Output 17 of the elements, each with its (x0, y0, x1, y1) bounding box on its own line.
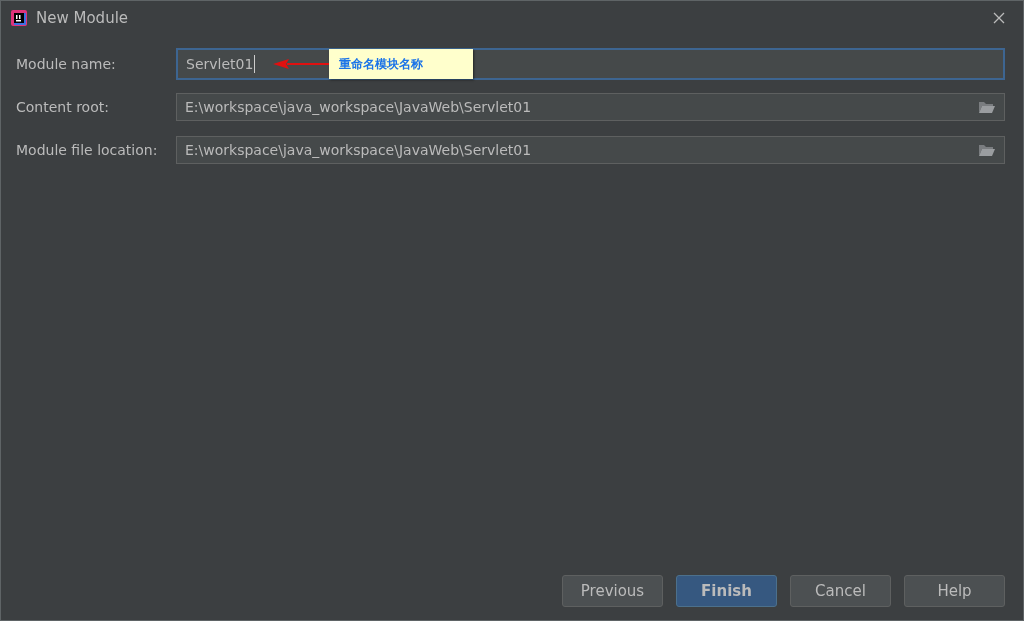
field-label: Module name: (16, 56, 117, 72)
field-label: Content root: (16, 99, 110, 115)
path-field[interactable]: E:\workspace\java_workspace\JavaWeb\Servlet01 (176, 136, 1005, 164)
text-cursor (254, 55, 256, 73)
folder-icon[interactable] (978, 143, 996, 157)
dialog-button[interactable]: Previous (562, 575, 663, 607)
dialog-button[interactable]: Help (904, 575, 1005, 607)
arrow-icon (273, 58, 329, 70)
window-title: New Module (36, 9, 129, 27)
callout-note: 重命名模块名称 (329, 49, 473, 79)
close-icon[interactable] (993, 12, 1005, 24)
app-logo-icon (11, 10, 27, 26)
path-field[interactable]: E:\workspace\java_workspace\JavaWeb\Servlet01 (176, 93, 1005, 121)
field-label: Module file location: (16, 142, 159, 158)
default-button[interactable]: Finish (676, 575, 777, 607)
folder-icon[interactable] (978, 100, 996, 114)
dialog-button[interactable]: Cancel (790, 575, 891, 607)
